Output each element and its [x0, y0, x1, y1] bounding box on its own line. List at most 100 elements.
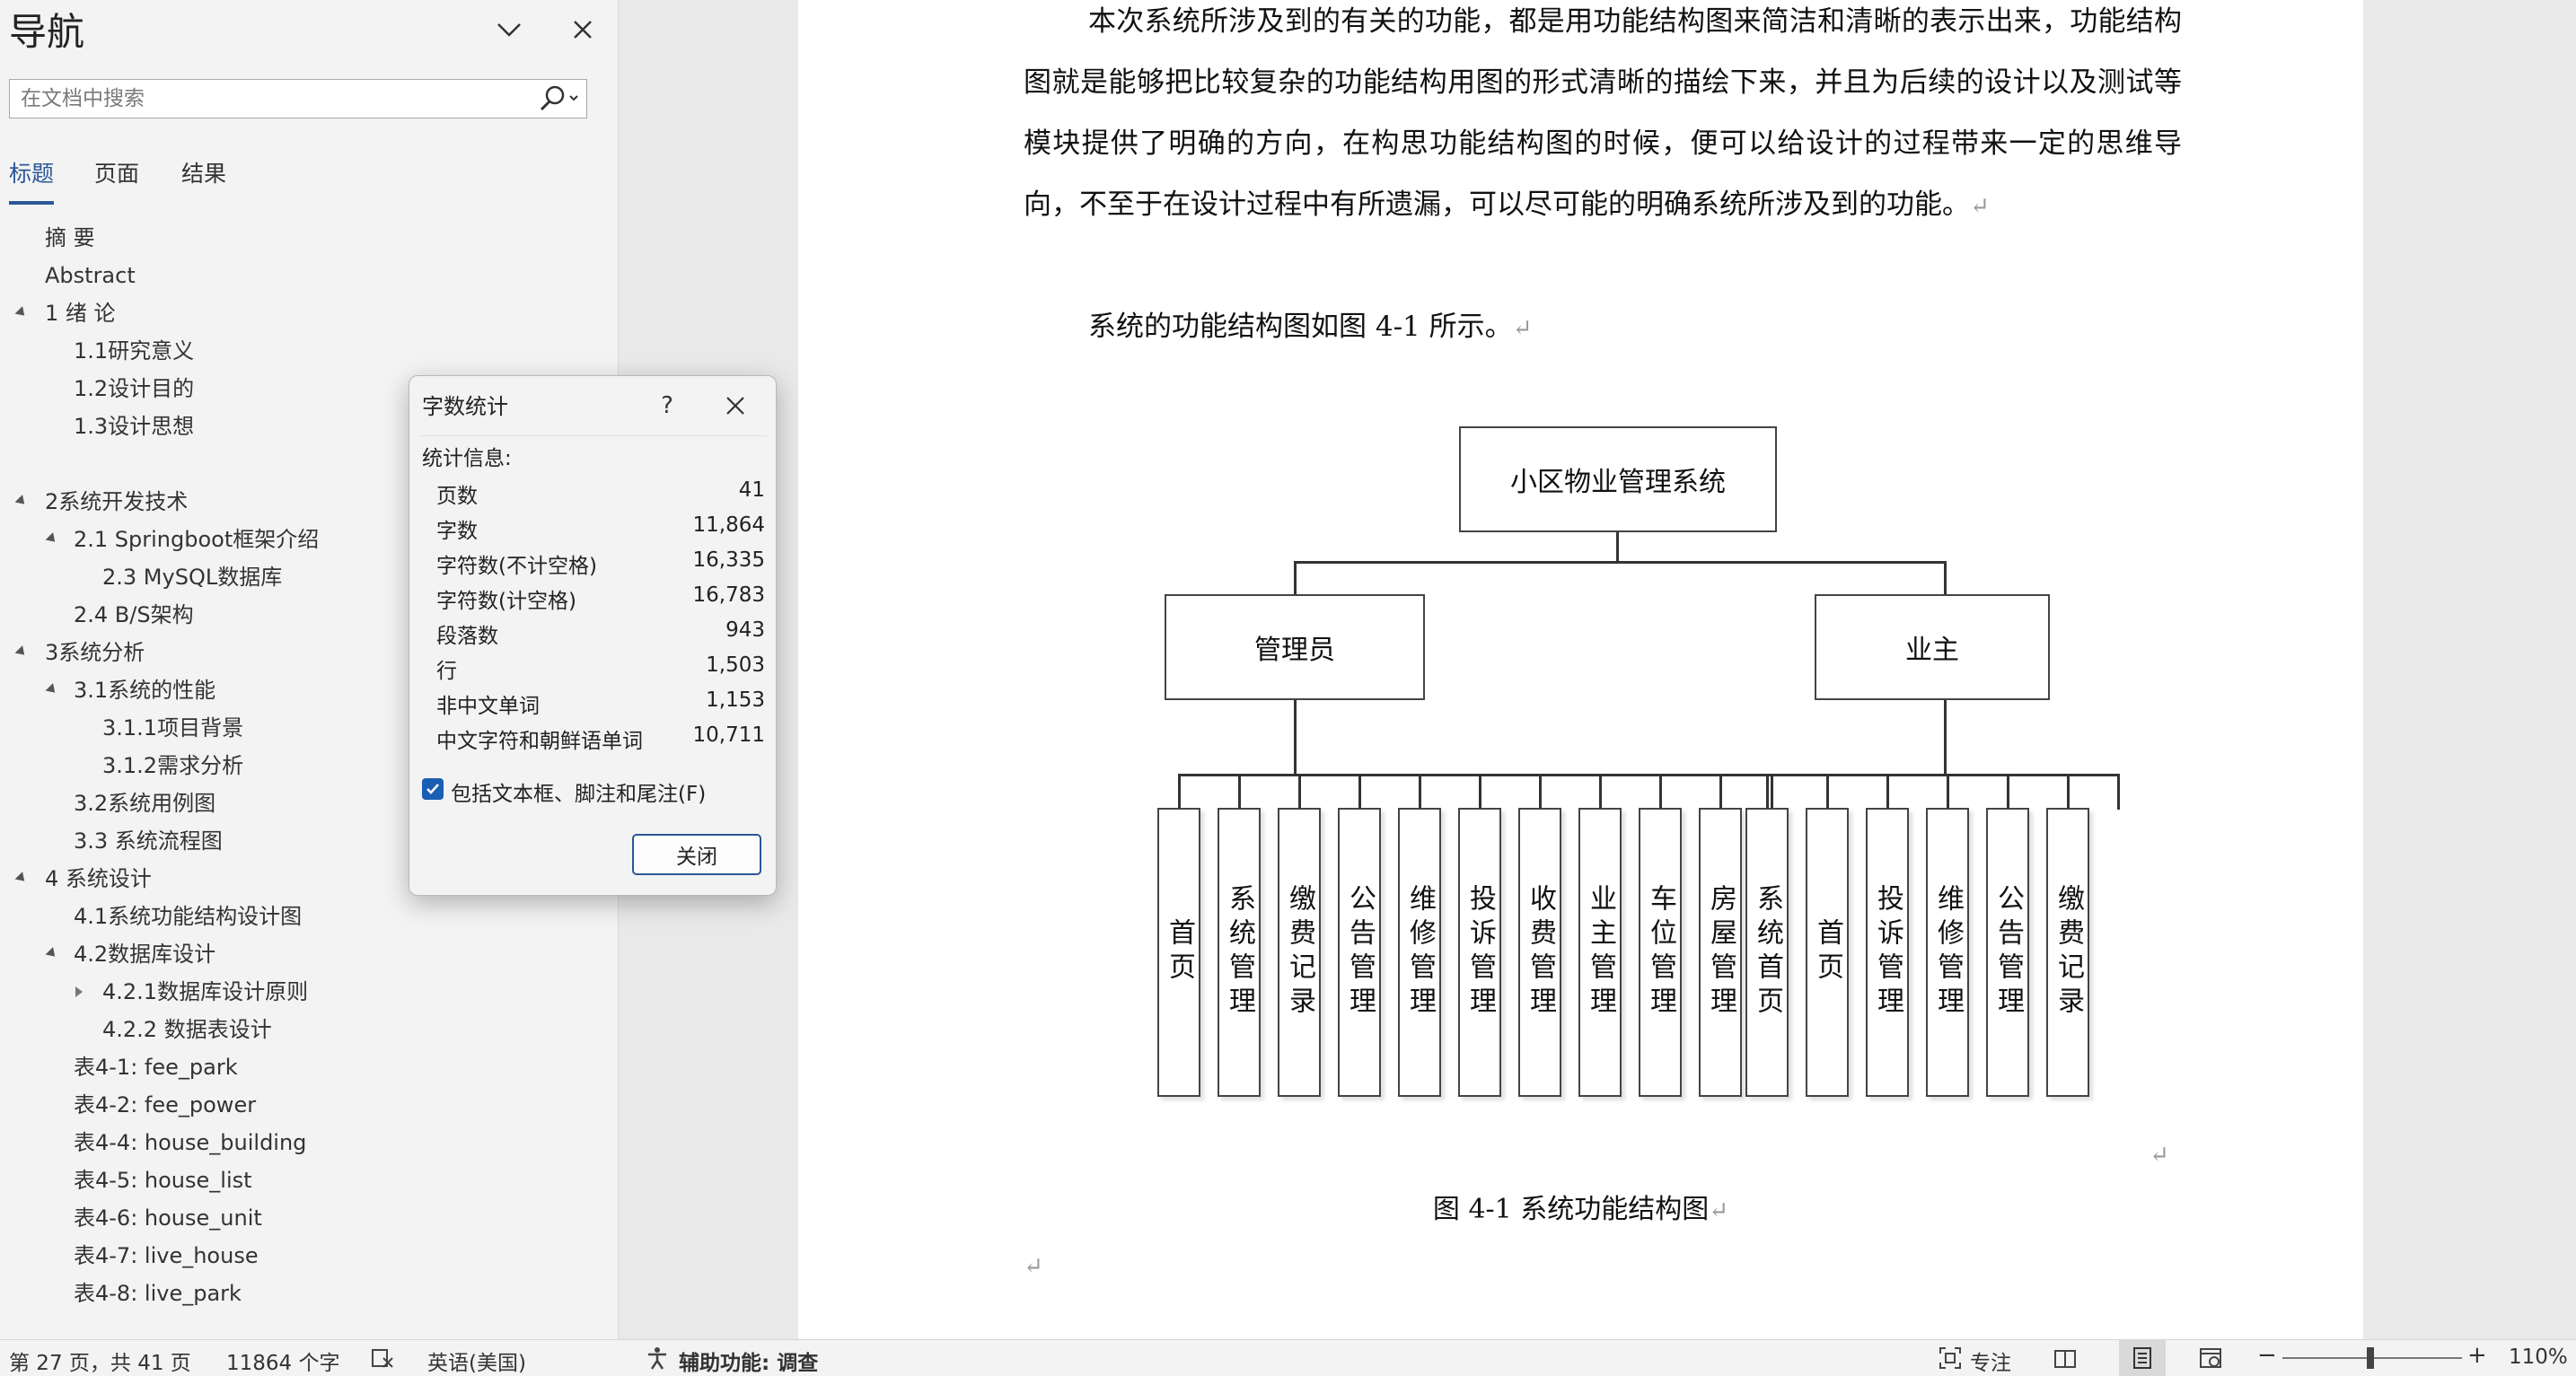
tab-pages[interactable]: 页面 — [94, 156, 139, 188]
heading-item[interactable]: 3.1.1项目背景 — [102, 710, 243, 746]
accessibility-status[interactable]: 辅助功能: 调查 — [679, 1345, 818, 1376]
node-owner-child: 公告管理 — [1986, 808, 2029, 1097]
focus-icon[interactable] — [1938, 1345, 1963, 1371]
connector — [2067, 774, 2070, 810]
proofing-icon[interactable] — [370, 1345, 395, 1371]
document-page[interactable]: 本次系统所涉及到的有关的功能，都是用功能结构图来简洁和清晰的表示出来，功能结构图… — [798, 0, 2363, 1339]
node-admin-child: 公告管理 — [1338, 808, 1381, 1097]
collapsed-caret-icon[interactable] — [75, 986, 83, 997]
node-admin: 管理员 — [1165, 594, 1425, 700]
heading-item[interactable]: 3系统分析 — [45, 635, 145, 670]
close-button[interactable]: 关闭 — [632, 834, 761, 875]
chevron-down-icon[interactable] — [487, 7, 532, 52]
expand-caret-icon[interactable] — [14, 495, 29, 508]
heading-item[interactable]: 3.1系统的性能 — [74, 672, 215, 708]
figure-caption: 图 4-1 系统功能结构图↵ — [798, 1187, 2363, 1226]
stat-value: 1,503 — [706, 653, 765, 677]
heading-item[interactable]: 3.1.2需求分析 — [102, 748, 243, 784]
stat-value: 1,153 — [706, 688, 765, 712]
help-button[interactable]: ? — [645, 383, 690, 428]
zoom-level[interactable]: 110% — [2509, 1345, 2568, 1369]
zoom-in-button[interactable]: + — [2467, 1342, 2487, 1369]
stat-value: 16,335 — [692, 548, 765, 572]
stat-row: 非中文单词 1,153 — [436, 688, 765, 723]
heading-item[interactable]: Abstract — [45, 258, 136, 294]
search-input[interactable] — [10, 80, 552, 118]
stat-label: 字符数(不计空格) — [436, 555, 597, 578]
node-owner: 业主 — [1815, 594, 2050, 700]
paragraph-mark: ↵ — [2150, 1142, 2169, 1169]
expand-caret-icon[interactable] — [14, 645, 29, 659]
connector — [1766, 774, 1769, 810]
connector — [2117, 774, 2120, 810]
accessibility-icon[interactable] — [645, 1345, 670, 1371]
node-admin-child: 首页 — [1157, 808, 1200, 1097]
stat-row: 页数 41 — [436, 478, 765, 513]
zoom-out-button[interactable]: − — [2257, 1342, 2277, 1369]
web-layout-icon[interactable] — [2198, 1345, 2223, 1371]
stat-row: 字数 11,864 — [436, 513, 765, 548]
heading-item-selected[interactable]: 4.1系统功能结构设计图 — [66, 898, 570, 934]
heading-item[interactable]: 表4-8: live_park — [74, 1275, 242, 1311]
language-indicator[interactable]: 英语(美国) — [427, 1345, 526, 1376]
heading-item[interactable]: 表4-6: house_unit — [74, 1200, 262, 1236]
zoom-slider-thumb[interactable] — [2367, 1347, 2374, 1369]
read-mode-icon[interactable] — [2053, 1345, 2078, 1371]
heading-item[interactable]: 1 绪 论 — [45, 295, 116, 331]
stats-section-label: 统计信息: — [422, 447, 512, 470]
heading-item[interactable]: 2.1 Springboot框架介绍 — [74, 521, 319, 557]
connector — [1826, 774, 1829, 810]
expand-caret-icon[interactable] — [45, 683, 59, 697]
search-icon[interactable] — [534, 83, 583, 114]
heading-item[interactable]: 2.4 B/S架构 — [74, 597, 194, 633]
node-owner-child: 维修管理 — [1926, 808, 1969, 1097]
node-admin-child: 投诉管理 — [1458, 808, 1501, 1097]
body-paragraph: 本次系统所涉及到的有关的功能，都是用功能结构图来简洁和清晰的表示出来，功能结构图… — [1024, 0, 2182, 237]
heading-item[interactable]: 表4-4: house_building — [74, 1125, 306, 1161]
heading-item[interactable]: 1.1研究意义 — [74, 333, 194, 369]
word-count-indicator[interactable]: 11864 个字 — [226, 1345, 339, 1376]
paragraph-mark: ↵ — [1512, 315, 1533, 342]
heading-item[interactable]: 4.2.2 数据表设计 — [102, 1012, 272, 1047]
node-owner-child: 系统首页 — [1745, 808, 1789, 1097]
heading-item[interactable]: 1.3设计思想 — [74, 408, 194, 444]
paragraph-mark: ↵ — [1970, 193, 1990, 220]
heading-item[interactable]: 表4-1: fee_park — [74, 1049, 238, 1085]
stat-label: 中文字符和朝鲜语单词 — [436, 730, 643, 753]
close-icon[interactable] — [713, 385, 758, 426]
heading-item[interactable]: 表4-5: house_list — [74, 1162, 252, 1198]
caption-text: 图 4-1 系统功能结构图 — [1432, 1194, 1710, 1225]
expand-caret-icon[interactable] — [14, 872, 29, 885]
expand-caret-icon[interactable] — [45, 947, 59, 960]
heading-item[interactable]: 表4-7: live_house — [74, 1238, 259, 1274]
heading-item[interactable]: 摘 要 — [45, 220, 95, 256]
heading-item[interactable]: 2系统开发技术 — [45, 484, 188, 520]
print-layout-icon[interactable] — [2130, 1345, 2155, 1371]
connector — [2007, 774, 2009, 810]
node-admin-child: 系统管理 — [1218, 808, 1261, 1097]
heading-item[interactable]: 4.2.1数据库设计原则 — [102, 974, 308, 1010]
close-icon[interactable] — [560, 7, 605, 52]
nav-search-box — [9, 79, 587, 118]
heading-item[interactable]: 3.2系统用例图 — [74, 785, 215, 821]
tab-results[interactable]: 结果 — [181, 156, 226, 188]
heading-item[interactable]: 表4-2: fee_power — [74, 1087, 256, 1123]
focus-label[interactable]: 专注 — [1970, 1345, 2011, 1376]
expand-caret-icon[interactable] — [45, 532, 59, 546]
connector — [1419, 774, 1421, 810]
tab-headings[interactable]: 标题 — [9, 156, 55, 205]
node-owner-child: 缴费记录 — [2046, 808, 2089, 1097]
checkbox-label[interactable]: 包括文本框、脚注和尾注(F) — [451, 776, 706, 807]
heading-item[interactable]: 2.3 MySQL数据库 — [102, 559, 282, 595]
connector — [1659, 774, 1662, 810]
heading-item[interactable]: 4 系统设计 — [45, 861, 152, 897]
include-textboxes-checkbox[interactable] — [422, 778, 444, 800]
heading-item[interactable]: 4.2数据库设计 — [74, 936, 215, 972]
heading-item[interactable]: 1.2设计目的 — [74, 371, 194, 407]
stat-row: 行 1,503 — [436, 653, 765, 688]
heading-item[interactable]: 3.3 系统流程图 — [74, 823, 223, 859]
expand-caret-icon[interactable] — [14, 306, 29, 320]
node-admin-child: 缴费记录 — [1278, 808, 1321, 1097]
stat-label: 字符数(计空格) — [436, 590, 576, 613]
page-indicator[interactable]: 第 27 页，共 41 页 — [9, 1345, 191, 1376]
